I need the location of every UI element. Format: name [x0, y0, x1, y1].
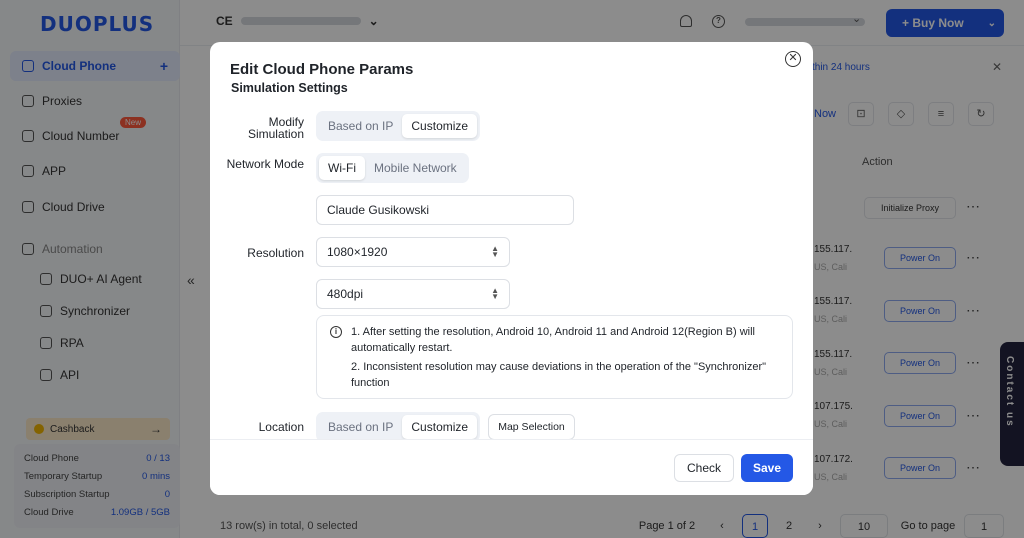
resolution-label: Resolution: [247, 246, 304, 260]
wifi-name-field[interactable]: Claude Gusikowski: [316, 195, 574, 225]
save-button[interactable]: Save: [741, 454, 793, 482]
option-wifi[interactable]: Wi-Fi: [319, 156, 365, 180]
location-toggle: Based on IP Customize: [316, 412, 481, 439]
edit-params-modal: Edit Cloud Phone Params ✕ Simulation Set…: [210, 42, 813, 495]
modal-body[interactable]: Simulation Settings Modify Simulation Ba…: [210, 82, 813, 439]
network-mode-toggle: Wi-Fi Mobile Network: [316, 153, 469, 183]
modify-simulation-label: Modify Simulation: [247, 115, 304, 141]
select-arrows-icon: ▲ ▼: [491, 244, 499, 259]
section-title: Simulation Settings: [231, 82, 348, 95]
select-arrows-icon: ▲ ▼: [491, 286, 499, 301]
resolution-select[interactable]: 1080×1920 ▲ ▼: [316, 237, 510, 267]
option-customize[interactable]: Customize: [402, 415, 478, 439]
modal-footer: Check Save: [210, 439, 813, 495]
option-customize[interactable]: Customize: [402, 114, 478, 138]
location-label: Location: [258, 420, 304, 434]
option-based-on-ip[interactable]: Based on IP: [319, 114, 402, 138]
close-icon[interactable]: ✕: [785, 51, 801, 67]
note-item: 1. After setting the resolution, Android…: [351, 326, 755, 354]
check-button[interactable]: Check: [674, 454, 734, 482]
modal-title: Edit Cloud Phone Params: [230, 61, 414, 78]
modify-simulation-toggle: Based on IP Customize: [316, 111, 481, 141]
network-mode-label: Network Mode: [226, 157, 304, 171]
map-selection-button[interactable]: Map Selection: [488, 414, 575, 439]
option-based-on-ip[interactable]: Based on IP: [319, 415, 402, 439]
info-icon: i: [330, 326, 342, 338]
note-item: 2. Inconsistent resolution may cause dev…: [351, 361, 767, 389]
option-mobile-network[interactable]: Mobile Network: [365, 156, 466, 180]
dpi-select[interactable]: 480dpi ▲ ▼: [316, 279, 510, 309]
resolution-notes: i 1. After setting the resolution, Andro…: [316, 315, 793, 399]
